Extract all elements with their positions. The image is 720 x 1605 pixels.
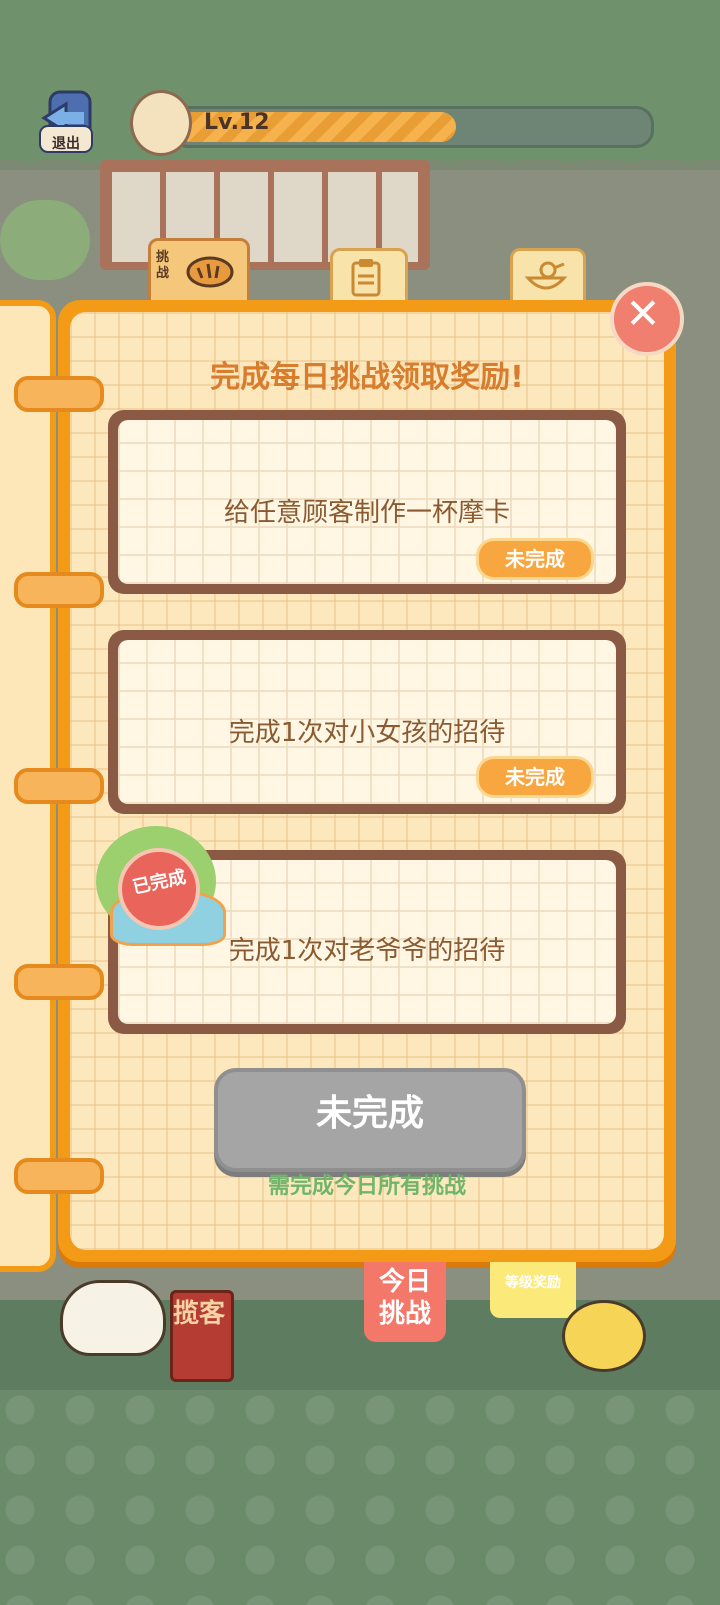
status-badge: 未完成 <box>476 538 594 580</box>
tab-challenge-label: 挑战 <box>156 250 170 281</box>
status-badge: 未完成 <box>476 756 594 798</box>
binder-ring <box>14 964 104 1000</box>
panel-title: 完成每日挑战领取奖励! <box>210 360 524 395</box>
close-icon: ✕ <box>625 289 661 338</box>
cat-character <box>60 1280 166 1356</box>
claim-reward-label: 未完成 <box>315 1093 424 1134</box>
floor <box>0 1390 720 1605</box>
bird-bowl-icon <box>524 261 568 290</box>
solicit-sign-label: 揽客 <box>172 1299 225 1329</box>
clipboard-icon <box>351 259 381 297</box>
binder-ring <box>14 572 104 608</box>
coffee-cup-icon <box>130 90 192 156</box>
exit-label: 退出 <box>52 136 80 152</box>
bread-icon <box>186 256 234 288</box>
level-label: Lv.12 <box>204 110 270 135</box>
bush <box>0 200 90 280</box>
challenge-text: 完成1次对小女孩的招待 <box>228 718 506 748</box>
tab-level-reward-label: 等级奖励 <box>505 1275 561 1291</box>
binder-ring <box>14 768 104 804</box>
challenge-text: 给任意顾客制作一杯摩卡 <box>223 498 510 528</box>
claim-hint: 需完成今日所有挑战 <box>267 1174 466 1199</box>
duck-character <box>562 1300 646 1372</box>
tab-today-challenge-label: 今日 挑战 <box>378 1267 431 1329</box>
